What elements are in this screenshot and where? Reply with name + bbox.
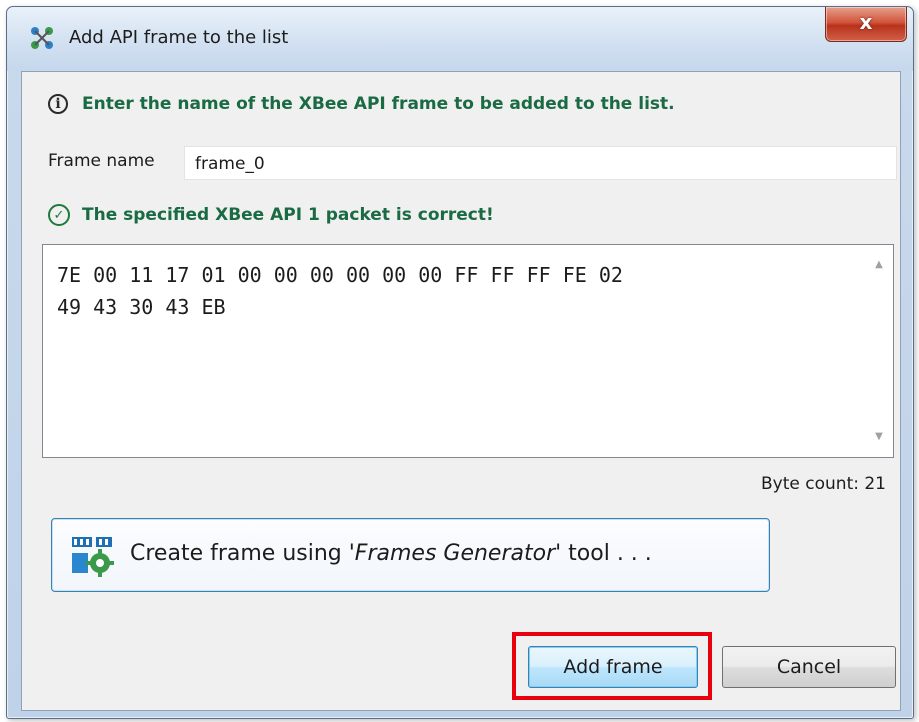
validation-message: The specified XBee API 1 packet is corre… bbox=[82, 205, 494, 225]
close-icon: x bbox=[859, 10, 873, 34]
title-bar[interactable]: Add API frame to the list x bbox=[7, 7, 913, 71]
validation-row: ✓ The specified XBee API 1 packet is cor… bbox=[48, 204, 494, 226]
info-row: i Enter the name of the XBee API frame t… bbox=[48, 94, 675, 114]
add-frame-button[interactable]: Add frame bbox=[528, 646, 698, 688]
scroll-down-arrow-icon[interactable]: ▼ bbox=[865, 423, 893, 451]
info-icon: i bbox=[48, 94, 68, 114]
vertical-scrollbar[interactable]: ▲ ▼ bbox=[865, 245, 893, 457]
frames-generator-button[interactable]: Create frame using 'Frames Generator' to… bbox=[51, 518, 770, 592]
close-button[interactable]: x bbox=[825, 7, 907, 42]
info-message: Enter the name of the XBee API frame to … bbox=[82, 94, 675, 114]
byte-count-label: Byte count: 21 bbox=[761, 474, 886, 494]
check-circle-icon: ✓ bbox=[48, 204, 70, 226]
frames-generator-icon bbox=[72, 537, 114, 577]
frames-generator-label: Create frame using 'Frames Generator' to… bbox=[130, 541, 652, 566]
app-network-icon bbox=[31, 27, 53, 49]
frame-name-label: Frame name bbox=[48, 151, 155, 171]
dialog-content: i Enter the name of the XBee API frame t… bbox=[21, 71, 901, 711]
frame-name-input[interactable]: frame_0 bbox=[184, 146, 897, 180]
scroll-up-arrow-icon[interactable]: ▲ bbox=[865, 251, 893, 279]
cancel-button[interactable]: Cancel bbox=[722, 646, 896, 688]
window-title: Add API frame to the list bbox=[69, 27, 289, 48]
frame-name-row: Frame name bbox=[48, 151, 155, 171]
hex-line-1: 7E 00 11 17 01 00 00 00 00 00 00 FF FF F… bbox=[57, 263, 623, 287]
hex-packet-text: 7E 00 11 17 01 00 00 00 00 00 00 FF FF F… bbox=[57, 259, 837, 323]
dialog-window: Add API frame to the list x i Enter the … bbox=[6, 6, 914, 719]
hex-line-2: 49 43 30 43 EB bbox=[57, 295, 226, 319]
hex-packet-textarea[interactable]: 7E 00 11 17 01 00 00 00 00 00 00 FF FF F… bbox=[42, 244, 894, 458]
